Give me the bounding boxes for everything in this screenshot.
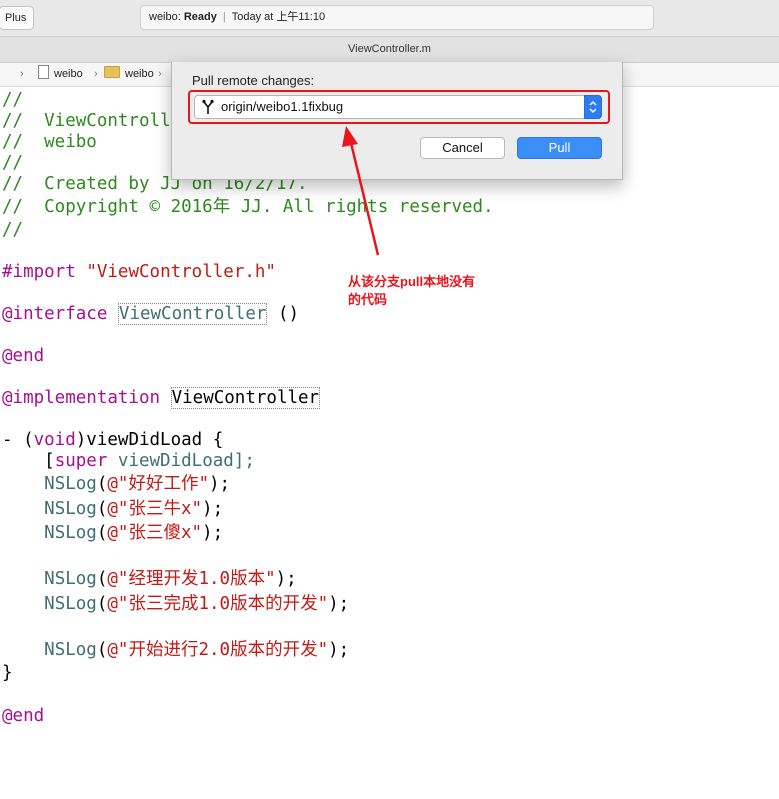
annotation-arrow — [342, 126, 380, 256]
annotation-text: 从该分支pull本地没有 的代码 — [348, 274, 476, 307]
